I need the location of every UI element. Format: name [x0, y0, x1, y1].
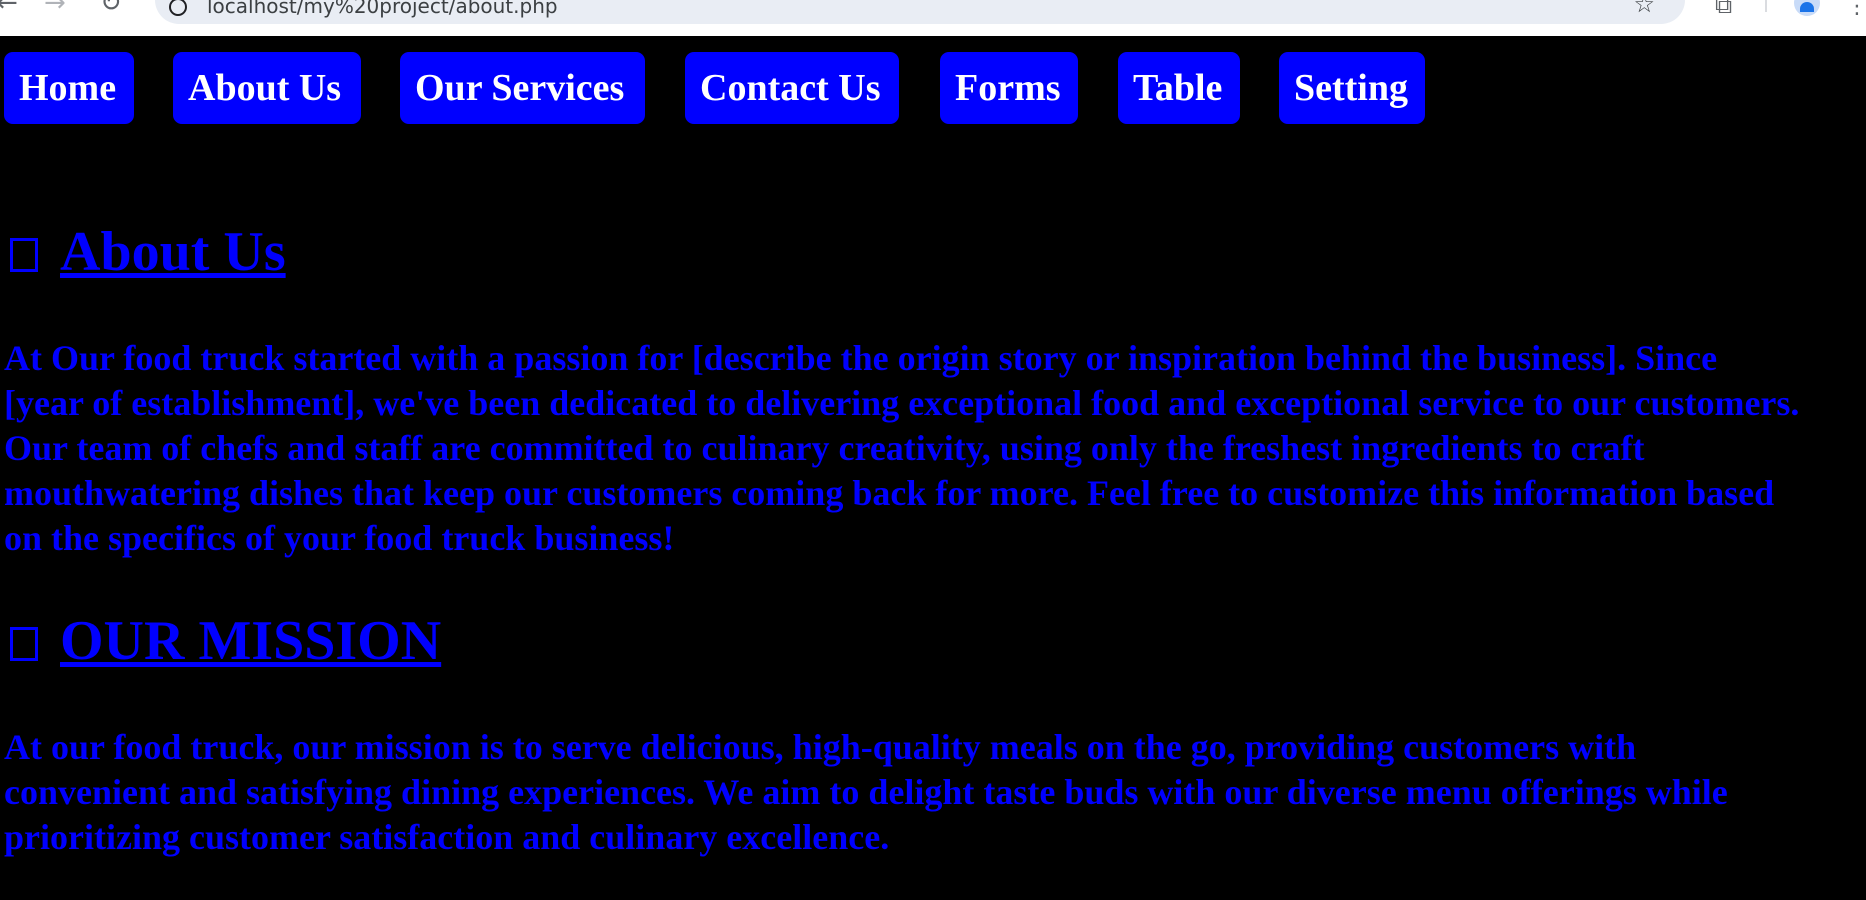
nav-our-services-button[interactable]: Our Services	[400, 52, 645, 124]
browser-menu-icon[interactable]: ⋮	[1846, 0, 1866, 22]
nav-forms-button[interactable]: Forms	[940, 52, 1078, 124]
our-mission-heading: OUR MISSION	[4, 609, 441, 673]
our-mission-paragraph: At our food truck, our mission is to ser…	[4, 727, 1728, 857]
site-info-icon[interactable]	[169, 0, 187, 16]
nav-home-button[interactable]: Home	[4, 52, 134, 124]
browser-toolbar: ← → ↻ localhost/my%20project/about.php ☆…	[0, 0, 1866, 36]
nav-setting-button[interactable]: Setting	[1279, 52, 1425, 124]
toolbar-divider	[1765, 0, 1767, 12]
about-us-heading-text: About Us	[60, 221, 286, 283]
nav-about-us-button[interactable]: About Us	[173, 52, 361, 124]
our-mission-heading-text: OUR MISSION	[60, 610, 442, 672]
missing-glyph-icon	[10, 627, 38, 661]
extensions-icon[interactable]: ⧉	[1715, 0, 1732, 20]
about-us-paragraph: At Our food truck started with a passion…	[4, 338, 1800, 558]
url-text[interactable]: localhost/my%20project/about.php	[207, 0, 558, 18]
about-us-heading: About Us	[4, 220, 286, 284]
reload-icon[interactable]: ↻	[100, 0, 122, 18]
missing-glyph-icon	[10, 238, 38, 272]
nav-table-button[interactable]: Table	[1118, 52, 1240, 124]
back-arrow-icon[interactable]: ←	[0, 0, 18, 18]
address-bar[interactable]: localhost/my%20project/about.php ☆	[155, 0, 1685, 24]
forward-arrow-icon[interactable]: →	[44, 0, 66, 18]
main-navigation: Home About Us Our Services Contact Us Fo…	[0, 52, 1866, 126]
profile-avatar-icon[interactable]	[1794, 0, 1820, 16]
bookmark-star-icon[interactable]: ☆	[1633, 0, 1655, 18]
nav-contact-us-button[interactable]: Contact Us	[685, 52, 899, 124]
